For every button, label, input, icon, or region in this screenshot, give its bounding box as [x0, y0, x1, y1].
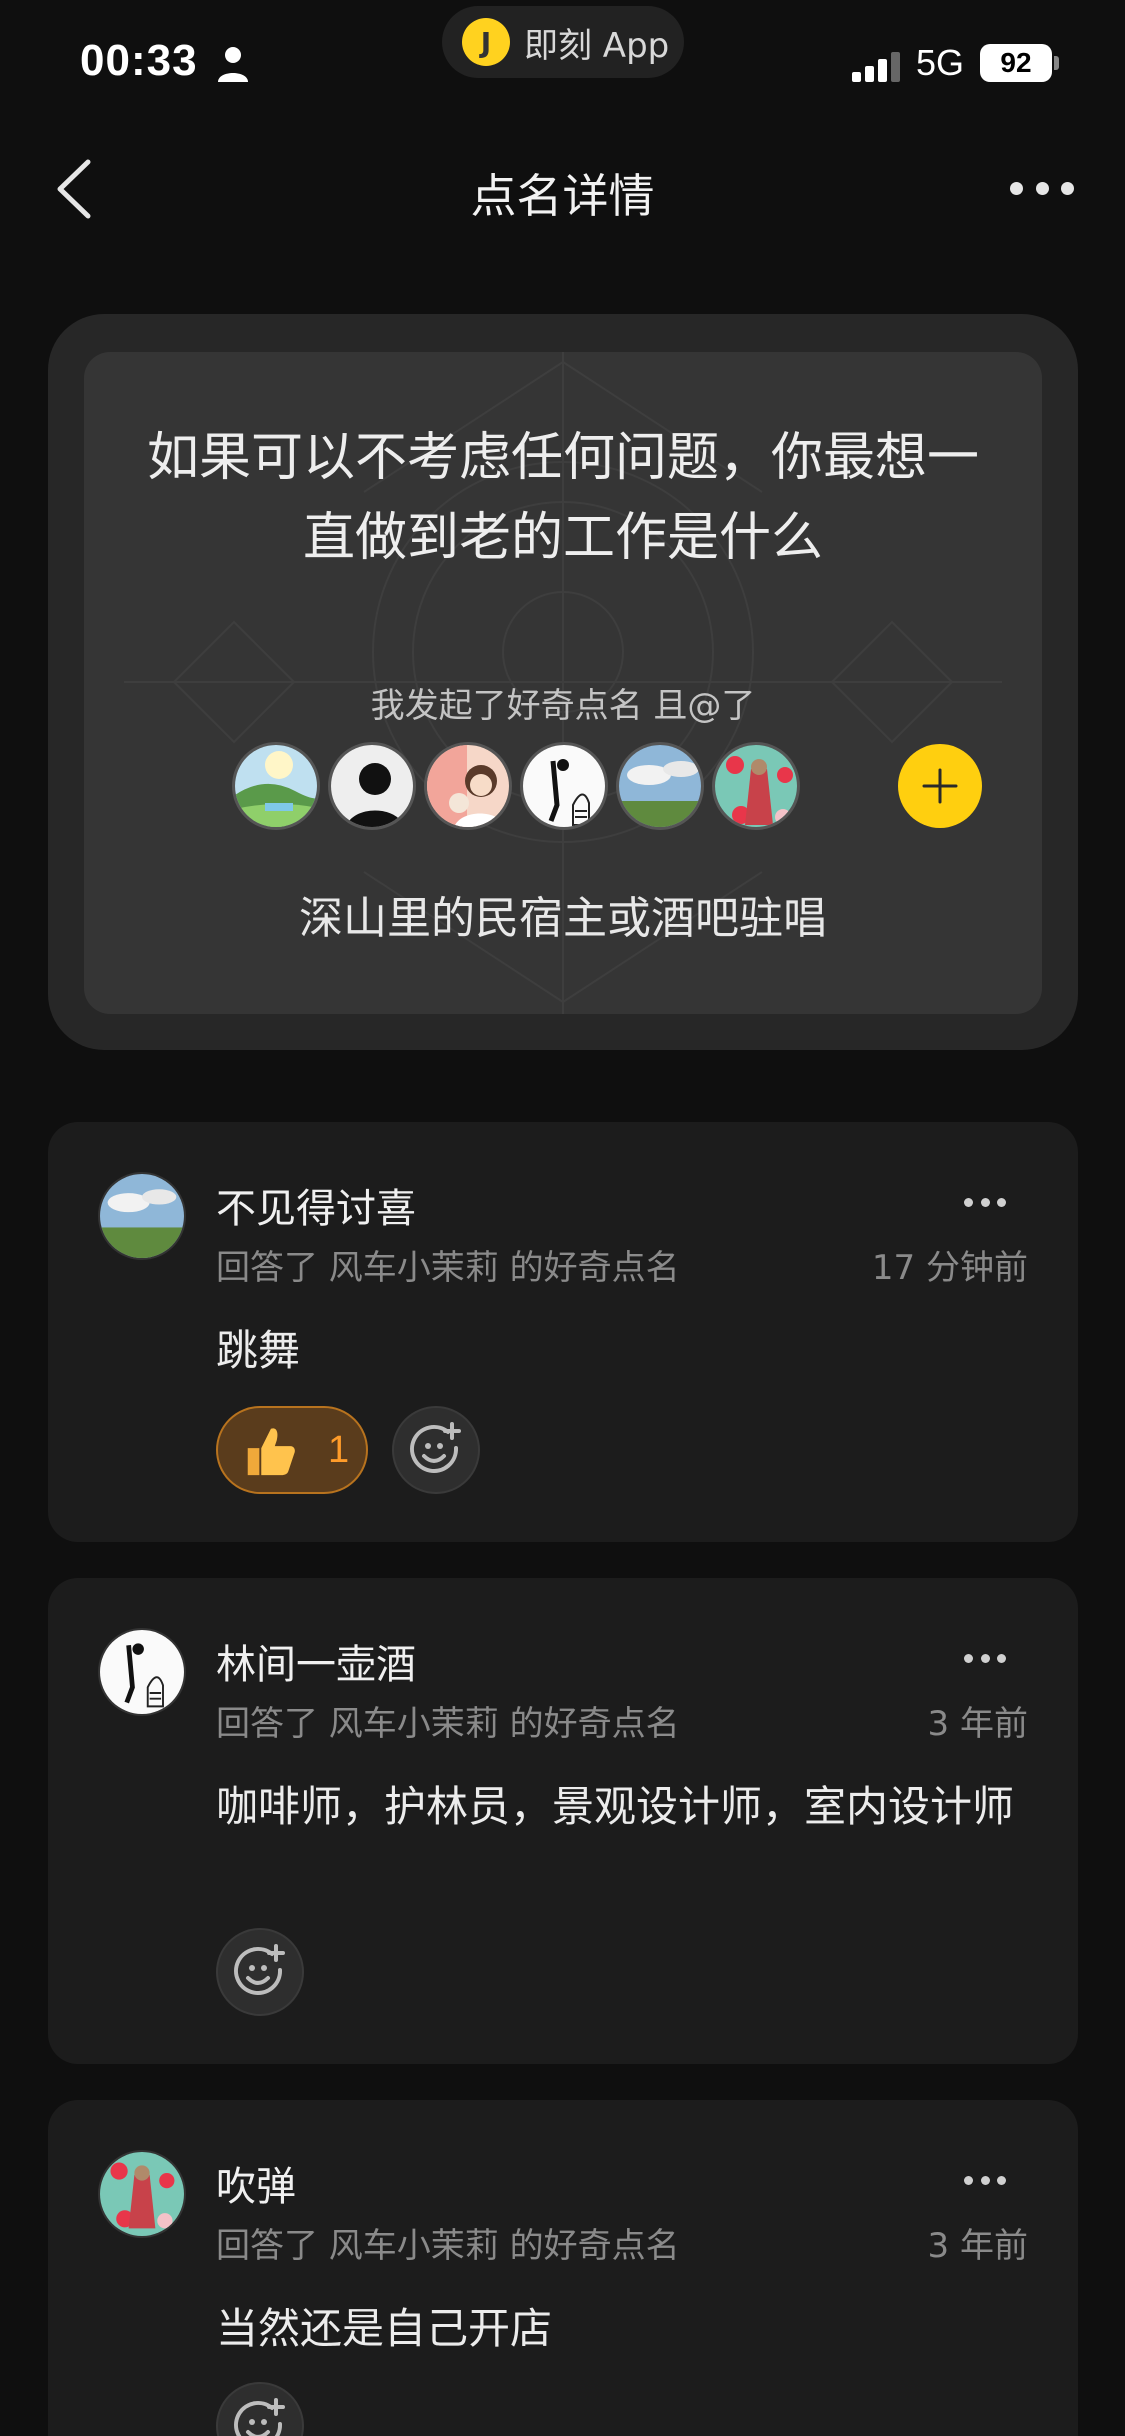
answer-meta: 回答了 风车小茉莉 的好奇点名: [216, 1704, 680, 1744]
card-more-icon[interactable]: [964, 1654, 1006, 1666]
card-more-icon[interactable]: [964, 1198, 1006, 1210]
sketch-avatar[interactable]: [520, 742, 608, 830]
add-mention-button[interactable]: [898, 744, 982, 828]
silhouette-avatar[interactable]: [328, 742, 416, 830]
page-title: 点名详情: [470, 169, 655, 223]
avatar[interactable]: [98, 2150, 186, 2238]
landscape-avatar[interactable]: [232, 742, 320, 830]
status-time: 00:33: [80, 36, 198, 85]
question-text: 如果可以不考虑任何问题，你最想一直做到老的工作是什么: [146, 428, 979, 568]
timestamp: 3 年前: [927, 2226, 1028, 2266]
answer-card: 不见得讨喜 回答了 风车小茉莉 的好奇点名 17 分钟前 跳舞 1: [48, 1122, 1078, 1542]
floral-avatar[interactable]: [712, 742, 800, 830]
battery-indicator: 92: [980, 44, 1052, 82]
user-name[interactable]: 林间一壶酒: [216, 1632, 416, 1690]
answer-text: 咖啡师，护林员，景观设计师，室内设计师: [216, 1782, 1015, 1831]
question-card: 如果可以不考虑任何问题，你最想一直做到老的工作是什么 我发起了好奇点名 且@了: [48, 314, 1078, 1050]
initiator-line: 我发起了好奇点名 且@了: [370, 686, 756, 726]
more-options-icon[interactable]: [1010, 182, 1074, 198]
card-more-icon[interactable]: [964, 2176, 1006, 2188]
sky-field-avatar[interactable]: [616, 742, 704, 830]
person-icon: [218, 47, 248, 82]
answer-meta: 回答了 风车小茉莉 的好奇点名: [216, 1248, 680, 1288]
avatar[interactable]: [98, 1172, 186, 1260]
add-emoji-icon: [410, 1422, 461, 1473]
add-reaction-button[interactable]: [392, 1406, 480, 1494]
network-type: 5G: [916, 42, 965, 83]
add-reaction-button[interactable]: [216, 2382, 304, 2436]
answer-text: 当然还是自己开店: [216, 2304, 553, 2353]
app-indicator-label: 即刻 App: [524, 25, 670, 66]
avatar[interactable]: [98, 1628, 186, 1716]
battery-tip: [1054, 56, 1059, 70]
add-reaction-button[interactable]: [216, 1928, 304, 2016]
plus-icon: [922, 768, 958, 804]
user-name[interactable]: 吹弹: [216, 2154, 296, 2212]
app-indicator-pill[interactable]: J 即刻 App: [442, 6, 684, 78]
answer-card: 林间一壶酒 回答了 风车小茉莉 的好奇点名 3 年前 咖啡师，护林员，景观设计师…: [48, 1578, 1078, 2064]
status-bar: 00:33 J 即刻 App 5G 92: [0, 0, 1125, 120]
my-answer: 深山里的民宿主或酒吧驻唱: [299, 893, 827, 944]
answer-card: 吹弹 回答了 风车小茉莉 的好奇点名 3 年前 当然还是自己开店: [48, 2100, 1078, 2436]
timestamp: 17 分钟前: [871, 1248, 1028, 1288]
answer-meta: 回答了 风车小茉莉 的好奇点名: [216, 2226, 680, 2266]
like-count: 1: [328, 1428, 350, 1471]
thumbs-up-icon: [247, 1428, 295, 1476]
user-name[interactable]: 不见得讨喜: [216, 1176, 416, 1234]
add-emoji-icon: [234, 2398, 285, 2436]
cellular-signal-icon: [852, 52, 900, 82]
jike-logo-icon: J: [462, 18, 510, 66]
answer-text: 跳舞: [216, 1326, 301, 1375]
illustration-avatar[interactable]: [424, 742, 512, 830]
timestamp: 3 年前: [927, 1704, 1028, 1744]
mentioned-avatars: [232, 742, 982, 832]
add-emoji-icon: [234, 1944, 285, 1995]
like-button[interactable]: 1: [216, 1406, 368, 1494]
question-card-inner: 如果可以不考虑任何问题，你最想一直做到老的工作是什么 我发起了好奇点名 且@了: [84, 352, 1042, 1014]
